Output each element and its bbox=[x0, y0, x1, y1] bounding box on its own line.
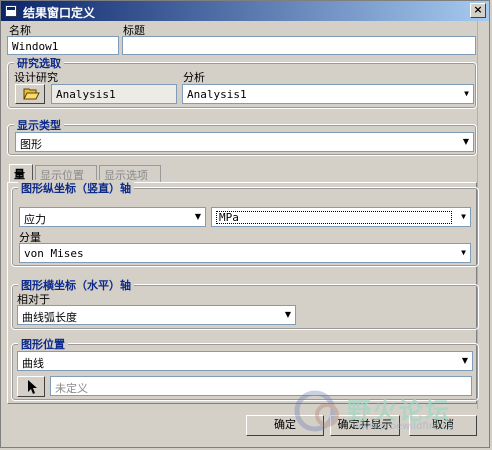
quantity-select[interactable]: 应力 ▼ bbox=[19, 207, 206, 227]
display-type-legend: 显示类型 bbox=[14, 117, 64, 133]
relative-to-value: 曲线弧长度 bbox=[22, 311, 77, 324]
open-study-button[interactable] bbox=[15, 84, 45, 104]
name-input[interactable]: Window1 bbox=[7, 36, 119, 55]
title-bar[interactable]: 结果窗口定义 × bbox=[1, 1, 489, 21]
location-type-select[interactable]: 曲线 ▼ bbox=[17, 351, 473, 371]
window-icon bbox=[5, 5, 17, 17]
quantity-value: 应力 bbox=[24, 213, 46, 226]
display-type-select[interactable]: 图形 ▼ bbox=[15, 132, 474, 152]
chevron-down-icon: ▼ bbox=[461, 212, 466, 221]
chevron-down-icon: ▼ bbox=[284, 310, 291, 319]
analysis-select[interactable]: Analysis1 ▼ bbox=[182, 84, 474, 104]
component-value: von Mises bbox=[24, 247, 84, 260]
window-title: 结果窗口定义 bbox=[23, 6, 96, 20]
folder-open-icon bbox=[23, 88, 40, 100]
design-study-field: Analysis1 bbox=[51, 84, 177, 104]
select-reference-button[interactable] bbox=[17, 376, 45, 397]
display-type-value: 图形 bbox=[20, 138, 42, 151]
chevron-down-icon: ▼ bbox=[194, 212, 201, 221]
design-study-label: 设计研究 bbox=[14, 71, 58, 84]
chevron-down-icon: ▼ bbox=[461, 356, 468, 365]
analysis-select-value: Analysis1 bbox=[187, 88, 247, 101]
location-type-value: 曲线 bbox=[22, 357, 44, 370]
chevron-down-icon: ▼ bbox=[464, 89, 469, 98]
relative-to-select[interactable]: 曲线弧长度 ▼ bbox=[17, 305, 296, 325]
arrow-cursor-icon bbox=[28, 380, 37, 394]
unit-value: MPa bbox=[216, 211, 452, 224]
title-input[interactable] bbox=[122, 36, 476, 55]
analysis-label: 分析 bbox=[183, 71, 205, 84]
y-axis-legend: 图形纵坐标（竖直）轴 bbox=[18, 180, 134, 196]
dialog-window: 结果窗口定义 × 名称 Window1 标题 研究选取 设计研究 Analysi… bbox=[0, 0, 490, 448]
graph-location-legend: 图形位置 bbox=[18, 336, 68, 352]
close-button[interactable]: × bbox=[470, 3, 486, 18]
chevron-down-icon: ▼ bbox=[461, 248, 466, 257]
watermark-url: www.proewildfire.cn bbox=[353, 421, 454, 432]
watermark: 野火论坛 www.proewildfire.cn bbox=[287, 385, 487, 447]
component-select[interactable]: von Mises ▼ bbox=[19, 243, 471, 263]
watermark-logo-icon bbox=[294, 390, 339, 432]
unit-select[interactable]: MPa ▼ bbox=[211, 207, 471, 227]
chevron-down-icon: ▼ bbox=[462, 137, 469, 146]
